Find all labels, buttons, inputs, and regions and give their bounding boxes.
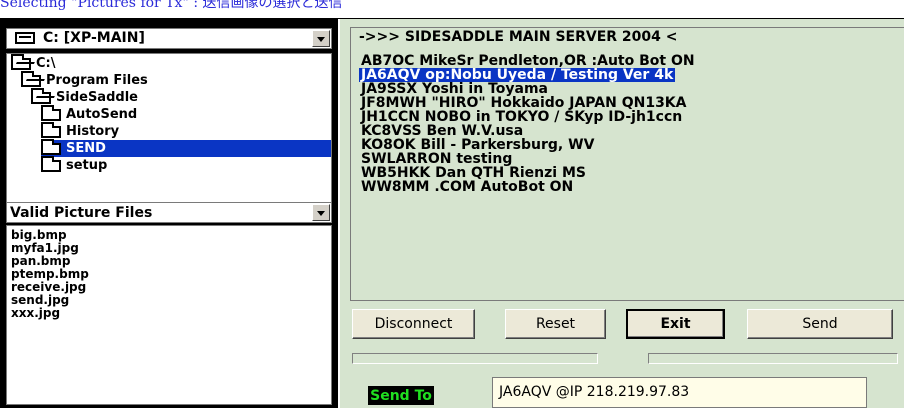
filter-label: Valid Picture Files (10, 205, 153, 221)
tree-node-selected[interactable]: SEND (41, 138, 331, 157)
server-row[interactable]: KO8OK Bill - Parkersburg, WV (359, 138, 596, 152)
drive-selector[interactable]: C: [XP-MAIN] (6, 28, 332, 49)
server-row[interactable]: SWLARRON testing (359, 152, 514, 166)
tree-node-label: C:\ (36, 56, 56, 71)
progress-bar-left (352, 353, 598, 364)
folder-icon (41, 155, 61, 172)
server-row[interactable]: WB5HKK Dan QTH Rienzi MS (359, 166, 588, 180)
tree-node-label: AutoSend (66, 107, 138, 122)
server-row-selected[interactable]: JA6AQV op:Nobu Uyeda / Testing Ver 4k (359, 68, 676, 82)
folder-icon (41, 121, 61, 138)
tree-node[interactable]: C:\ (11, 53, 56, 72)
folder-icon (41, 138, 61, 155)
server-row[interactable]: AB7OC MikeSr Pendleton,OR :Auto Bot ON (359, 54, 697, 68)
server-row[interactable]: WW8MM .COM AutoBot ON (359, 180, 575, 194)
tree-node[interactable]: AutoSend (41, 104, 138, 123)
tree-node[interactable]: SideSaddle (31, 87, 138, 106)
tree-node[interactable]: History (41, 121, 120, 140)
server-header: ->>> SIDESADDLE MAIN SERVER 2004 < (359, 29, 678, 45)
tree-node-label: History (66, 124, 120, 139)
server-row[interactable]: JA9SSX Yoshi in Toyama (359, 82, 550, 96)
drive-dropdown-arrow-icon[interactable] (312, 30, 330, 47)
progress-bar-right (648, 353, 898, 364)
app-window: C: [XP-MAIN] C:\ Program Files SideSaddl… (0, 18, 904, 408)
file-type-filter[interactable]: Valid Picture Files (6, 202, 332, 223)
filter-dropdown-arrow-icon[interactable] (312, 204, 330, 221)
exit-button[interactable]: Exit (626, 309, 725, 339)
server-row[interactable]: KC8VSS Ben W.V.usa (359, 124, 525, 138)
picture-file-list: big.bmp myfa1.jpg pan.bmp ptemp.bmp rece… (6, 225, 332, 405)
tree-node-label: SideSaddle (56, 90, 138, 105)
tree-node[interactable]: setup (41, 155, 108, 174)
folder-icon (41, 104, 61, 121)
file-item[interactable]: xxx.jpg (11, 307, 327, 320)
server-user-list: ->>> SIDESADDLE MAIN SERVER 2004 < AB7OC… (350, 27, 904, 301)
server-row[interactable]: JH1CCN NOBO in TOKYO / SKyp ID-jh1ccn (359, 110, 684, 124)
folder-open-icon (21, 70, 41, 87)
send-to-label: Send To (368, 386, 434, 405)
tree-node-label: Program Files (46, 73, 148, 88)
disconnect-button[interactable]: Disconnect (352, 309, 475, 339)
window-caption: Selecting "Pictures for Tx" : 送信画像の選択と送信 (0, 0, 343, 11)
send-to-field[interactable]: JA6AQV @IP 218.219.97.83 (492, 377, 867, 408)
folder-tree: C:\ Program Files SideSaddle AutoSend Hi… (6, 53, 332, 213)
send-button[interactable]: Send (747, 309, 893, 339)
reset-button[interactable]: Reset (505, 309, 606, 339)
drive-label: C: [XP-MAIN] (43, 30, 145, 46)
tree-node[interactable]: Program Files (21, 70, 148, 89)
folder-open-icon (31, 87, 51, 104)
drive-icon (15, 32, 35, 44)
tree-node-label: setup (66, 158, 108, 173)
tree-node-label: SEND (66, 141, 106, 156)
server-row[interactable]: JF8MWH "HIRO" Hokkaido JAPAN QN13KA (359, 96, 689, 110)
folder-open-icon (11, 53, 31, 70)
server-panel: ->>> SIDESADDLE MAIN SERVER 2004 < AB7OC… (338, 19, 904, 408)
